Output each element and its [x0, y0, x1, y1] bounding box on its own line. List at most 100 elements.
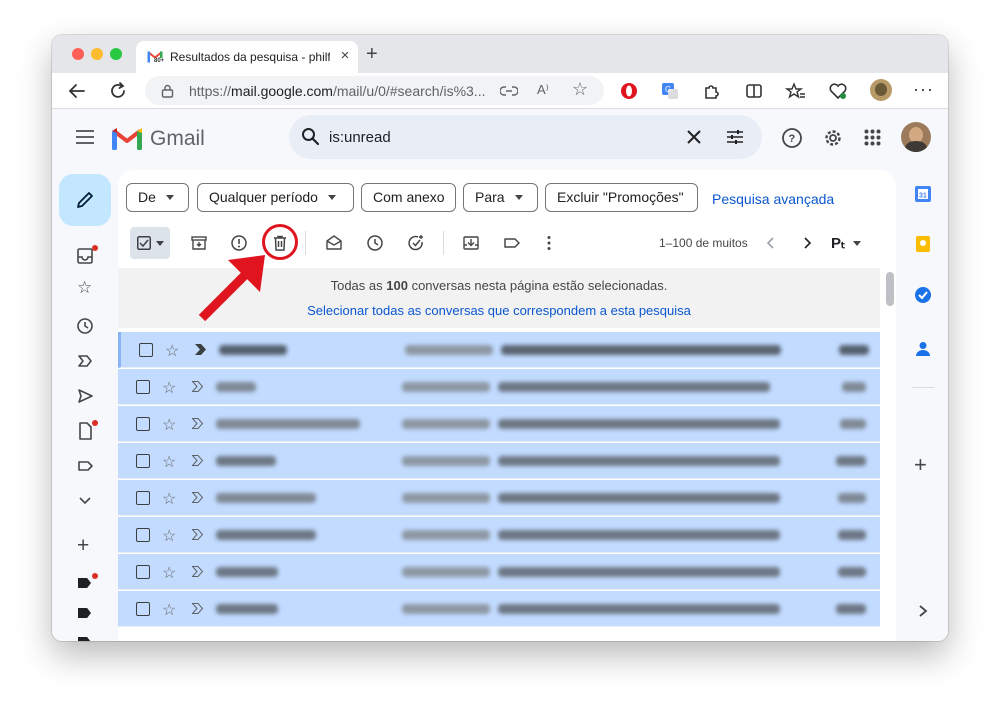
reload-icon[interactable] — [107, 80, 129, 102]
more-menu-icon[interactable]: ··· — [913, 79, 934, 100]
contacts-icon[interactable] — [913, 339, 933, 359]
calendar-icon[interactable]: 31 — [913, 184, 933, 204]
star-icon[interactable]: ☆ — [162, 563, 176, 583]
search-input[interactable]: is:unread — [329, 129, 391, 146]
sent-icon[interactable] — [74, 385, 96, 407]
help-icon[interactable]: ? — [781, 127, 803, 149]
starred-icon[interactable]: ☆ — [77, 278, 92, 298]
importance-marker-icon[interactable] — [192, 455, 204, 466]
label-tag-icon[interactable] — [78, 578, 91, 588]
previous-page-icon[interactable] — [762, 234, 780, 252]
apps-grid-icon[interactable] — [864, 129, 881, 146]
star-icon[interactable]: ☆ — [162, 489, 176, 509]
star-icon[interactable]: ☆ — [162, 600, 176, 620]
profile-avatar[interactable] — [870, 79, 892, 101]
gmail-logo-text[interactable]: Gmail — [150, 127, 205, 151]
favorite-star-icon[interactable]: ☆ — [572, 79, 588, 100]
star-icon[interactable]: ☆ — [162, 526, 176, 546]
snooze-icon[interactable] — [366, 234, 384, 252]
extensions-puzzle-icon[interactable] — [700, 80, 722, 102]
url-field[interactable]: https://mail.google.com/mail/u/0/#search… — [145, 76, 604, 105]
search-icon[interactable] — [301, 127, 320, 146]
move-to-icon[interactable] — [462, 234, 480, 252]
search-bar[interactable]: is:unread — [289, 115, 762, 159]
row-checkbox[interactable] — [136, 565, 150, 579]
select-dropdown-caret-icon[interactable] — [156, 241, 164, 246]
table-row[interactable]: ☆ — [118, 517, 880, 553]
main-menu-icon[interactable] — [76, 130, 94, 144]
active-tab[interactable]: 80+ Resultados da pesquisa - philf × — [136, 41, 358, 73]
select-all-checkbox[interactable] — [130, 227, 170, 259]
row-checkbox[interactable] — [136, 380, 150, 394]
table-row[interactable]: ☆ — [118, 480, 880, 516]
browser-essentials-icon[interactable] — [827, 80, 849, 102]
importance-marker-icon[interactable] — [195, 344, 207, 355]
share-link-icon[interactable] — [500, 84, 518, 98]
table-row[interactable]: ☆ — [118, 332, 880, 368]
create-label-icon[interactable]: + — [77, 534, 89, 558]
importance-marker-icon[interactable] — [192, 566, 204, 577]
importance-marker-icon[interactable] — [192, 381, 204, 392]
filter-from-chip[interactable]: De — [126, 183, 189, 212]
filter-to-chip[interactable]: Para — [463, 183, 538, 212]
next-page-icon[interactable] — [798, 234, 816, 252]
settings-gear-icon[interactable] — [822, 127, 844, 149]
importance-marker-icon[interactable] — [192, 603, 204, 614]
labels-icon[interactable] — [503, 234, 521, 252]
star-icon[interactable]: ☆ — [162, 415, 176, 435]
get-addons-icon[interactable]: + — [914, 452, 927, 478]
table-row[interactable]: ☆ — [118, 406, 880, 442]
table-row[interactable]: ☆ — [118, 591, 880, 627]
chevron-down-icon[interactable] — [74, 489, 96, 511]
row-checkbox[interactable] — [136, 491, 150, 505]
row-checkbox[interactable] — [136, 454, 150, 468]
new-tab-icon[interactable]: + — [366, 43, 378, 66]
opera-extension-icon[interactable] — [618, 80, 640, 102]
lock-icon[interactable] — [161, 84, 174, 98]
zoom-window-button[interactable] — [110, 48, 122, 60]
importance-marker-icon[interactable] — [192, 492, 204, 503]
minimize-window-button[interactable] — [91, 48, 103, 60]
table-row[interactable]: ☆ — [118, 554, 880, 590]
filter-exclude-promotions-chip[interactable]: Excluir "Promoções" — [545, 183, 698, 212]
add-to-tasks-icon[interactable] — [407, 234, 425, 252]
compose-button[interactable] — [59, 174, 111, 226]
show-side-panel-icon[interactable] — [917, 604, 929, 618]
row-checkbox[interactable] — [136, 528, 150, 542]
tasks-icon[interactable] — [913, 285, 933, 305]
back-arrow-icon[interactable] — [66, 80, 88, 102]
scrollbar-thumb[interactable] — [886, 272, 894, 306]
gmail-logo-icon[interactable] — [112, 127, 142, 150]
scrollbar-track[interactable] — [882, 270, 896, 641]
row-checkbox[interactable] — [136, 417, 150, 431]
translate-extension-icon[interactable]: G — [659, 80, 681, 102]
label-tag-icon[interactable] — [78, 608, 91, 618]
read-aloud-icon[interactable]: A⁾ — [537, 82, 549, 98]
search-options-icon[interactable] — [726, 128, 744, 146]
importance-marker-icon[interactable] — [192, 418, 204, 429]
clear-search-icon[interactable] — [687, 130, 701, 144]
star-icon[interactable]: ☆ — [162, 452, 176, 472]
close-tab-icon[interactable]: × — [338, 47, 352, 65]
close-window-button[interactable] — [72, 48, 84, 60]
important-icon[interactable] — [74, 350, 96, 372]
table-row[interactable]: ☆ — [118, 369, 880, 405]
filter-attachment-chip[interactable]: Com anexo — [361, 183, 456, 212]
filter-period-chip[interactable]: Qualquer período — [197, 183, 354, 212]
row-checkbox[interactable] — [139, 343, 153, 357]
star-icon[interactable]: ☆ — [165, 341, 179, 361]
keep-notes-icon[interactable] — [913, 234, 933, 254]
star-icon[interactable]: ☆ — [162, 378, 176, 398]
label-tag-icon[interactable] — [78, 637, 91, 641]
mark-as-read-icon[interactable] — [325, 234, 343, 252]
split-screen-icon[interactable] — [743, 80, 765, 102]
more-actions-icon[interactable] — [540, 234, 558, 252]
snoozed-clock-icon[interactable] — [74, 315, 96, 337]
favorites-list-icon[interactable] — [785, 80, 807, 102]
advanced-search-link[interactable]: Pesquisa avançada — [712, 191, 834, 207]
table-row[interactable]: ☆ — [118, 443, 880, 479]
importance-marker-icon[interactable] — [192, 529, 204, 540]
account-avatar[interactable] — [901, 122, 931, 152]
row-checkbox[interactable] — [136, 602, 150, 616]
label-outline-icon[interactable] — [74, 455, 96, 477]
